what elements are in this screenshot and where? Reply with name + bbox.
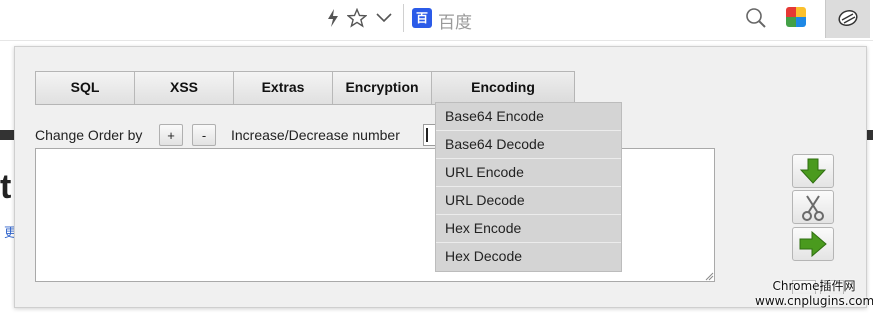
tab-xss[interactable]: XSS [135, 72, 234, 104]
increase-order-button[interactable]: + [159, 124, 183, 146]
hackbar-logo-icon [838, 9, 858, 27]
tab-encryption[interactable]: Encryption [333, 72, 432, 104]
search-box[interactable]: 百 百度 [403, 4, 774, 33]
tab-bar: SQL XSS Extras Encryption Encoding [35, 71, 575, 105]
hackbar-popup: SQL XSS Extras Encryption Encoding Chang… [14, 46, 867, 308]
page-heading-fragment: t [0, 168, 12, 206]
tab-extras[interactable]: Extras [234, 72, 333, 104]
page-bar-fragment [0, 130, 14, 140]
arrow-down-icon [799, 158, 827, 184]
watermark-line2: www.cnplugins.com [755, 294, 873, 308]
watermark-line1: Chrome插件网 [772, 279, 856, 293]
encoding-dropdown-menu: Base64 Encode Base64 Decode URL Encode U… [435, 102, 622, 272]
hackbar-extension-button[interactable] [825, 0, 870, 38]
decrease-order-button[interactable]: - [192, 124, 216, 146]
menu-item-url-decode[interactable]: URL Decode [436, 187, 621, 215]
search-icon[interactable] [745, 7, 766, 28]
tab-sql[interactable]: SQL [36, 72, 135, 104]
menu-item-base64-encode[interactable]: Base64 Encode [436, 103, 621, 131]
load-url-button[interactable] [792, 154, 834, 188]
execute-button[interactable] [792, 227, 834, 261]
search-placeholder: 百度 [438, 13, 472, 33]
menu-item-url-encode[interactable]: URL Encode [436, 159, 621, 187]
increase-decrease-label: Increase/Decrease number [231, 127, 400, 143]
baidu-logo-icon: 百 [412, 8, 432, 28]
chevron-down-icon[interactable] [375, 8, 393, 32]
page-bar-fragment-right [866, 130, 873, 140]
color-extension-icon[interactable] [786, 7, 806, 27]
lightning-icon[interactable] [326, 8, 340, 32]
star-icon[interactable] [346, 7, 368, 32]
tab-encoding[interactable]: Encoding [432, 72, 574, 104]
split-url-button[interactable] [792, 190, 834, 224]
browser-toolbar: 百 百度 [0, 0, 873, 41]
menu-item-hex-encode[interactable]: Hex Encode [436, 215, 621, 243]
menu-item-base64-decode[interactable]: Base64 Decode [436, 131, 621, 159]
menu-item-hex-decode[interactable]: Hex Decode [436, 243, 621, 271]
scissors-icon [802, 195, 824, 221]
resize-grip-icon[interactable] [704, 271, 714, 281]
watermark: Chrome插件网 www.cnplugins.com [755, 279, 873, 309]
change-order-label: Change Order by [35, 127, 143, 143]
arrow-right-icon [799, 231, 827, 257]
